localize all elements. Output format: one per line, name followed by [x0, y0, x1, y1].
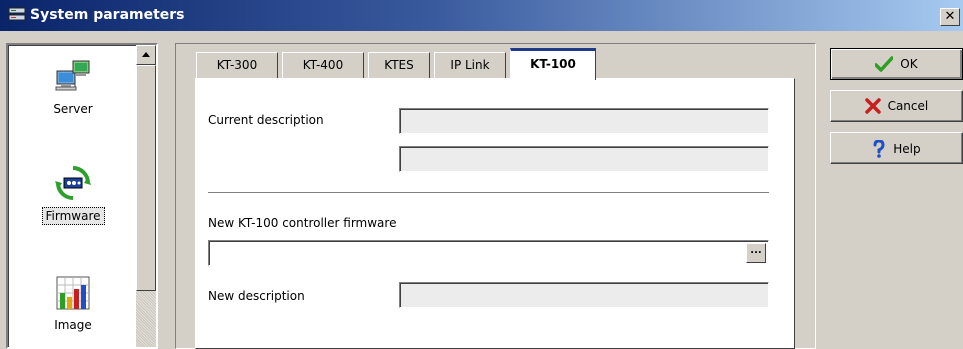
- sidebar-item-server[interactable]: Server: [8, 57, 138, 117]
- category-list[interactable]: Server Firmware Image: [6, 43, 158, 349]
- window-title: System parameters: [30, 7, 185, 23]
- current-description-field-2: [399, 146, 769, 172]
- tab-kt-400[interactable]: KT-400: [282, 52, 364, 78]
- tab-label: IP Link: [450, 58, 490, 72]
- x-icon: [865, 98, 881, 114]
- title-bar: System parameters ✕: [0, 0, 963, 31]
- section-divider: [208, 192, 769, 194]
- ellipsis-icon: ...: [750, 245, 762, 256]
- tab-ktes[interactable]: KTES: [368, 52, 430, 78]
- dialog-client: Server Firmware Image KT-300 KT-400 KTES…: [0, 31, 963, 349]
- tab-label: KT-300: [216, 58, 258, 72]
- help-button[interactable]: Help: [830, 132, 963, 164]
- tab-ip-link[interactable]: IP Link: [434, 52, 506, 78]
- tab-kt-300[interactable]: KT-300: [196, 52, 278, 78]
- tab-label: KT-100: [530, 57, 576, 71]
- tab-page-kt-100: Current description New KT-100 controlle…: [195, 78, 795, 349]
- new-description-input[interactable]: [399, 282, 769, 308]
- tab-kt-100[interactable]: KT-100: [510, 48, 596, 80]
- scroll-up-button[interactable]: [136, 45, 156, 65]
- sidebar-item-firmware[interactable]: Firmware: [8, 163, 138, 225]
- sidebar-item-label: Image: [54, 318, 92, 332]
- close-button[interactable]: ✕: [940, 8, 960, 26]
- close-icon: ✕: [944, 9, 956, 24]
- sidebar-item-image[interactable]: Image: [8, 273, 138, 333]
- new-firmware-label: New KT-100 controller firmware: [208, 216, 397, 230]
- current-description-label: Current description: [208, 113, 324, 127]
- question-icon: [873, 140, 885, 158]
- image-chart-icon: [56, 276, 90, 310]
- tab-label: KT-400: [302, 58, 344, 72]
- app-icon: [8, 7, 26, 21]
- checkmark-icon: [875, 56, 894, 72]
- new-description-label: New description: [208, 289, 305, 303]
- cancel-button[interactable]: Cancel: [830, 90, 963, 122]
- firmware-path-input[interactable]: [208, 240, 769, 266]
- server-icon: [55, 60, 90, 91]
- tab-label: KTES: [384, 58, 414, 72]
- scroll-thumb[interactable]: [136, 65, 156, 291]
- current-description-field-1: [399, 108, 769, 134]
- ok-button[interactable]: OK: [830, 48, 963, 80]
- firmware-icon: [55, 166, 91, 200]
- vertical-scrollbar[interactable]: [136, 45, 156, 347]
- sidebar-item-label: Firmware: [41, 207, 105, 225]
- sidebar-item-label: Server: [53, 102, 93, 116]
- browse-button[interactable]: ...: [746, 243, 766, 263]
